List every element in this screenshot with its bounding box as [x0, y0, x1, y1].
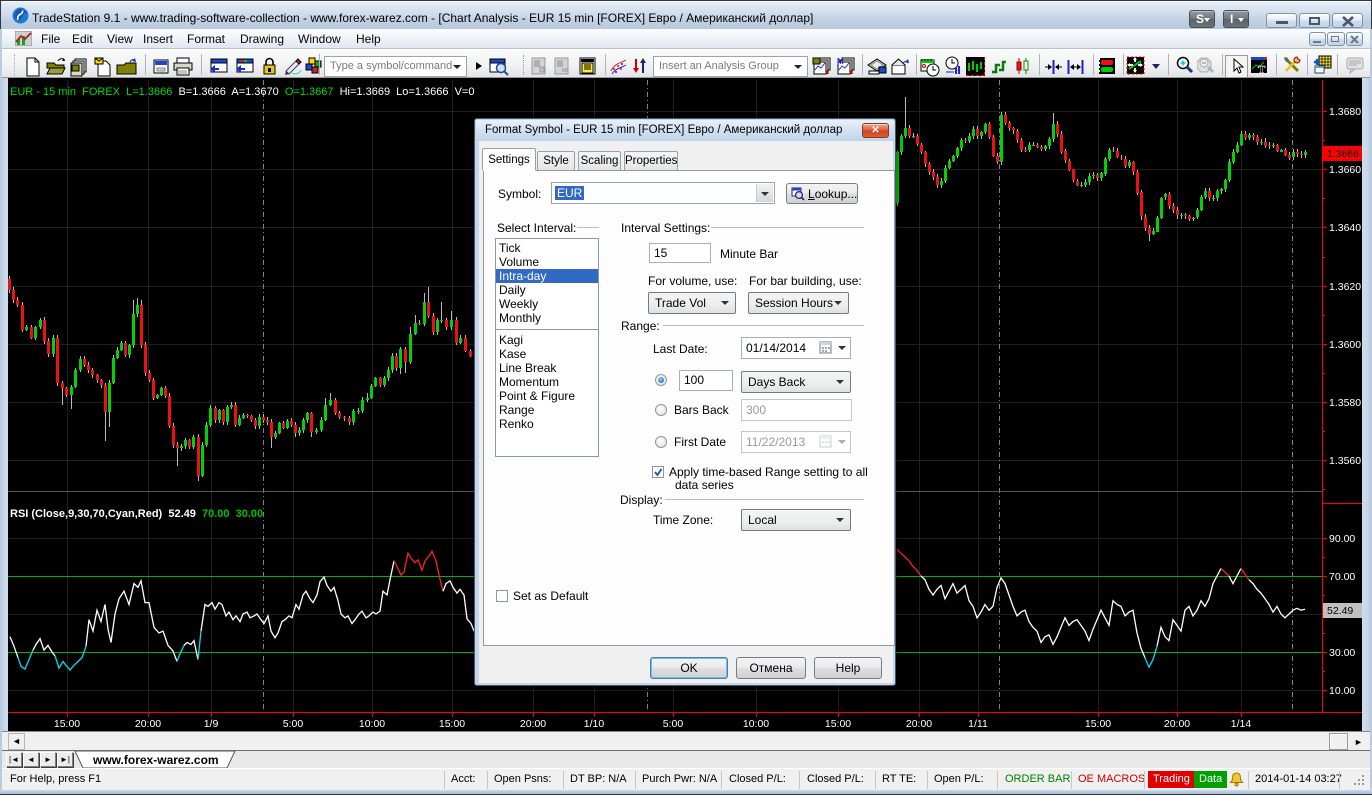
svg-text:20:00: 20:00 — [906, 718, 932, 730]
svg-text:M: M — [837, 57, 844, 66]
svg-text:10:00: 10:00 — [359, 718, 385, 730]
svg-text:T: T — [1258, 64, 1266, 76]
svg-text:52.49: 52.49 — [1327, 605, 1353, 617]
svg-text:1.3620: 1.3620 — [1329, 281, 1361, 293]
svg-text:1/14: 1/14 — [1231, 718, 1252, 730]
svg-text:20:00: 20:00 — [1164, 718, 1190, 730]
svg-text:1/9: 1/9 — [204, 718, 219, 730]
svg-text:1.3680: 1.3680 — [1329, 106, 1361, 118]
svg-text:90.00: 90.00 — [1329, 533, 1355, 545]
svg-text:1/11: 1/11 — [968, 718, 988, 730]
svg-text:5:00: 5:00 — [283, 718, 304, 730]
svg-text:15:00: 15:00 — [1085, 718, 1111, 730]
svg-text:10:00: 10:00 — [743, 718, 769, 730]
svg-text:1/10: 1/10 — [584, 718, 605, 730]
svg-text:RSI (Close,9,30,70,Cyan,Red): RSI (Close,9,30,70,Cyan,Red) 52.49 70.00… — [10, 508, 263, 520]
svg-text:30.00: 30.00 — [1329, 647, 1355, 659]
svg-text:1.3560: 1.3560 — [1329, 455, 1361, 467]
svg-text:70.00: 70.00 — [1329, 571, 1355, 583]
svg-text:1.3640: 1.3640 — [1329, 222, 1361, 234]
svg-text:10.00: 10.00 — [1329, 685, 1355, 697]
svg-text:15:00: 15:00 — [439, 718, 465, 730]
svg-text:5:00: 5:00 — [663, 718, 684, 730]
svg-text:1.3666: 1.3666 — [1327, 148, 1359, 160]
svg-text:EUR - 15 min FOREX L=1.3666: EUR - 15 min FOREX L=1.3666 B=1.3666 A=1… — [10, 86, 474, 98]
svg-text:20:00: 20:00 — [520, 718, 546, 730]
svg-text:15:00: 15:00 — [54, 718, 80, 730]
svg-text:20:00: 20:00 — [135, 718, 161, 730]
svg-text:15:00: 15:00 — [825, 718, 851, 730]
svg-text:1.3600: 1.3600 — [1329, 339, 1361, 351]
svg-text:1.3660: 1.3660 — [1329, 164, 1361, 176]
svg-text:1.3580: 1.3580 — [1329, 397, 1361, 409]
